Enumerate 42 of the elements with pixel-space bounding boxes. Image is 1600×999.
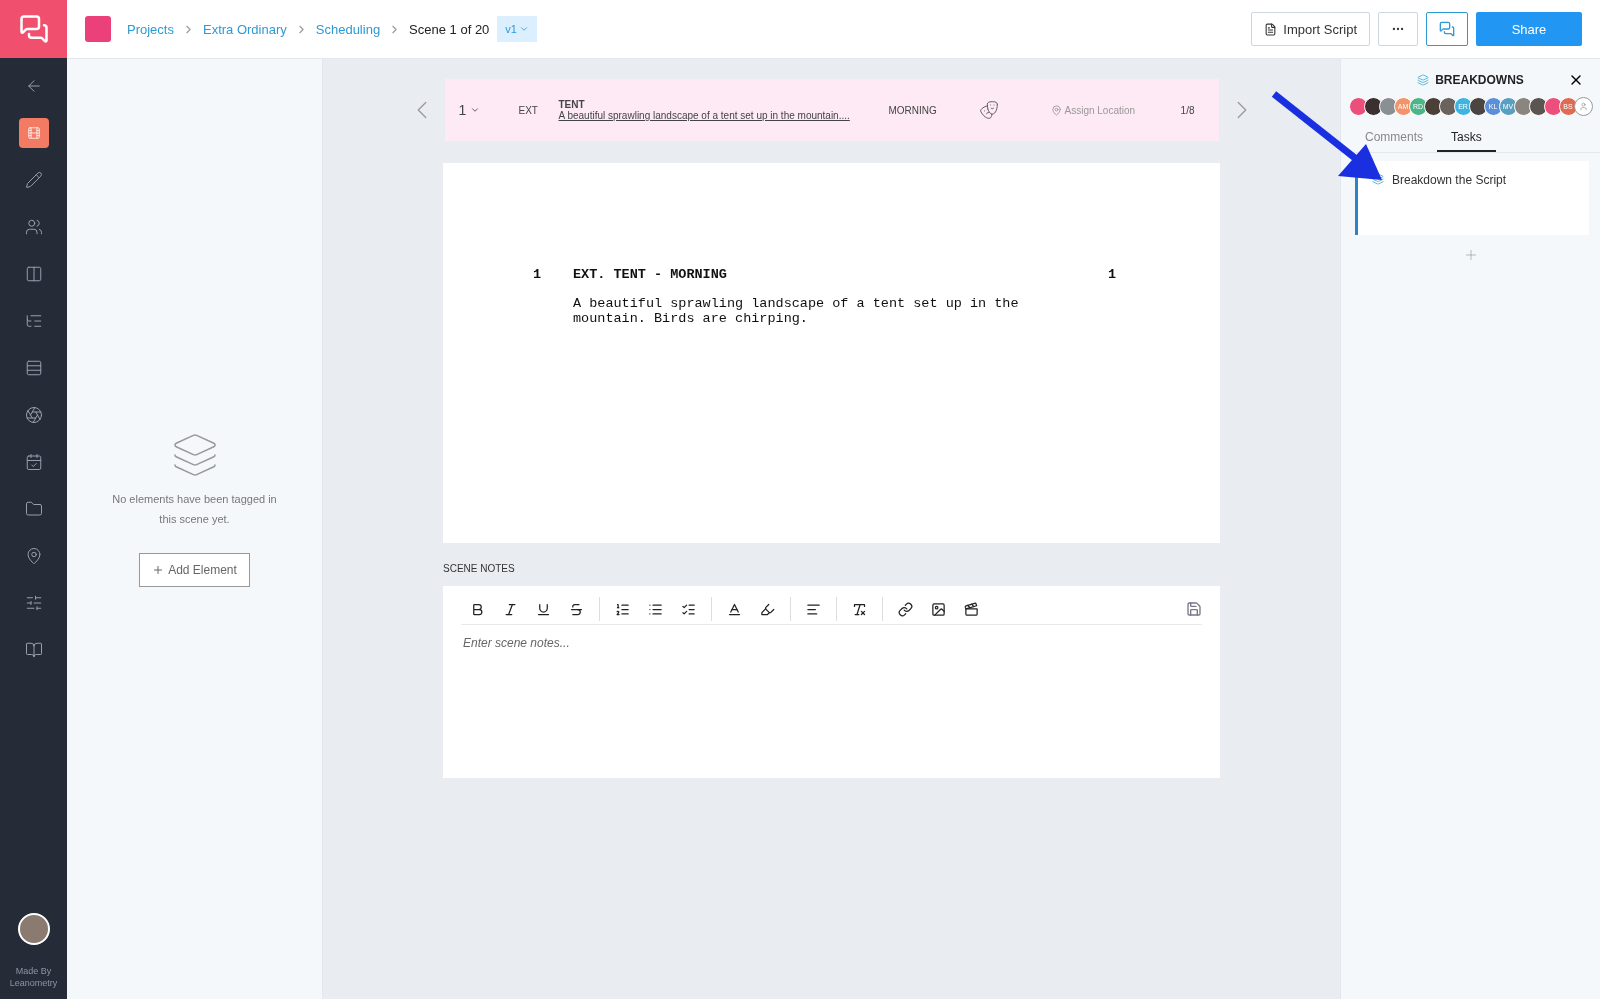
breadcrumb-current: Scene 1 of 20 bbox=[409, 21, 490, 37]
save-icon[interactable] bbox=[1186, 601, 1202, 617]
add-element-button[interactable]: Add Element bbox=[139, 553, 250, 587]
share-button[interactable]: Share bbox=[1476, 12, 1582, 46]
project-icon bbox=[85, 16, 111, 42]
panel-title: BREAKDOWNS bbox=[1435, 73, 1524, 87]
empty-message: No elements have been tagged in this scene yet. bbox=[111, 492, 278, 527]
caret-icon bbox=[470, 105, 481, 115]
import-script-button[interactable]: Import Script bbox=[1251, 12, 1370, 46]
layers-icon bbox=[1417, 74, 1430, 86]
scene-synopsis[interactable]: A beautiful sprawling landscape of a tent set up in the mountain.... bbox=[558, 110, 889, 121]
version-dropdown[interactable]: v1 bbox=[497, 16, 537, 42]
panel-tab[interactable]: Comments bbox=[1351, 124, 1437, 152]
user-avatar[interactable] bbox=[17, 913, 50, 945]
scene-number: 1 bbox=[1108, 267, 1118, 282]
made-by-credit: Made By Leanometry bbox=[9, 965, 58, 989]
plus-icon bbox=[152, 564, 165, 576]
app-logo[interactable] bbox=[0, 0, 67, 58]
set-name: TENT bbox=[558, 99, 586, 110]
stripboard-nav-icon[interactable] bbox=[18, 118, 49, 148]
caret-icon bbox=[518, 24, 529, 34]
scene-number: 1 bbox=[533, 267, 543, 282]
layers-icon bbox=[1372, 173, 1384, 185]
assign-location-link[interactable]: Assign Location bbox=[1064, 104, 1181, 116]
pin-icon bbox=[1050, 104, 1062, 116]
comments-button[interactable] bbox=[1426, 12, 1468, 46]
task-title: Breakdown the Script bbox=[1392, 173, 1507, 187]
breadcrumb-link[interactable]: Scheduling bbox=[315, 21, 381, 37]
panel-tab[interactable]: Tasks bbox=[1437, 124, 1496, 152]
breadcrumb-link[interactable]: Extra Ordinary bbox=[202, 21, 287, 37]
document-icon bbox=[1264, 22, 1278, 36]
task-card[interactable]: Breakdown the Script bbox=[1355, 161, 1589, 235]
breadcrumb-link[interactable]: Projects bbox=[127, 21, 174, 37]
masks-icon[interactable] bbox=[978, 100, 999, 120]
action-text: A beautiful sprawling landscape of a tent set up in the mountain. Birds are chirping. bbox=[573, 296, 1020, 326]
scene-number[interactable]: 1 bbox=[458, 102, 519, 118]
time-of-day: MORNING bbox=[888, 104, 979, 116]
notes-label: SCENE NOTES bbox=[443, 563, 516, 574]
page-length: 1/8 bbox=[1180, 104, 1195, 116]
chat-icon bbox=[1439, 21, 1455, 37]
int-ext: EXT bbox=[518, 104, 539, 116]
scene-heading: EXT. TENT - MORNING bbox=[573, 267, 728, 282]
